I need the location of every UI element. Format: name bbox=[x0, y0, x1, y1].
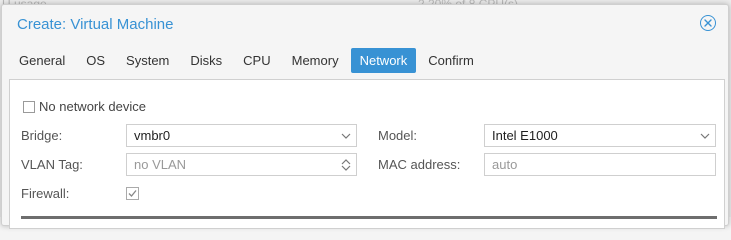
no-network-device-checkbox[interactable] bbox=[23, 101, 35, 113]
model-label: Model: bbox=[378, 128, 418, 143]
wizard-tabs: General OS System Disks CPU Memory Netwo… bbox=[10, 48, 486, 75]
chevron-down-icon[interactable] bbox=[336, 125, 356, 146]
chevron-down-icon[interactable] bbox=[695, 125, 715, 146]
tab-network[interactable]: Network bbox=[350, 48, 417, 73]
close-x-glyph bbox=[704, 19, 712, 27]
tab-cpu[interactable]: CPU bbox=[234, 48, 279, 73]
tab-disks[interactable]: Disks bbox=[181, 48, 231, 73]
model-select[interactable]: Intel E1000 bbox=[484, 124, 716, 147]
tab-confirm[interactable]: Confirm bbox=[419, 48, 483, 73]
tab-general[interactable]: General bbox=[10, 48, 74, 73]
mac-address-label: MAC address: bbox=[378, 157, 461, 172]
firewall-checkbox[interactable] bbox=[126, 187, 139, 200]
tab-system[interactable]: System bbox=[117, 48, 178, 73]
panel-divider bbox=[21, 216, 717, 219]
tab-os[interactable]: OS bbox=[77, 48, 114, 73]
model-value: Intel E1000 bbox=[492, 128, 558, 143]
bridge-value: vmbr0 bbox=[134, 128, 171, 143]
mac-address-placeholder: auto bbox=[492, 157, 518, 172]
bridge-select[interactable]: vmbr0 bbox=[126, 124, 357, 147]
firewall-label: Firewall: bbox=[21, 186, 70, 201]
vlan-tag-placeholder: no VLAN bbox=[134, 157, 187, 172]
close-icon[interactable] bbox=[700, 15, 716, 31]
dialog-header: Create: Virtual Machine bbox=[2, 5, 728, 43]
bridge-label: Bridge: bbox=[21, 128, 63, 143]
no-network-device-label: No network device bbox=[39, 99, 146, 114]
network-panel: No network device Bridge: vmbr0 VLAN Tag… bbox=[9, 79, 725, 229]
dialog-title: Create: Virtual Machine bbox=[17, 16, 174, 33]
checkmark-icon bbox=[128, 190, 137, 197]
vlan-tag-input[interactable]: no VLAN bbox=[126, 153, 357, 176]
vlan-tag-label: VLAN Tag: bbox=[21, 157, 83, 172]
tab-memory[interactable]: Memory bbox=[283, 48, 348, 73]
mac-address-input[interactable]: auto bbox=[484, 153, 716, 176]
spinner-icon[interactable] bbox=[336, 154, 356, 175]
create-vm-dialog: Create: Virtual Machine General OS Syste… bbox=[1, 4, 729, 229]
